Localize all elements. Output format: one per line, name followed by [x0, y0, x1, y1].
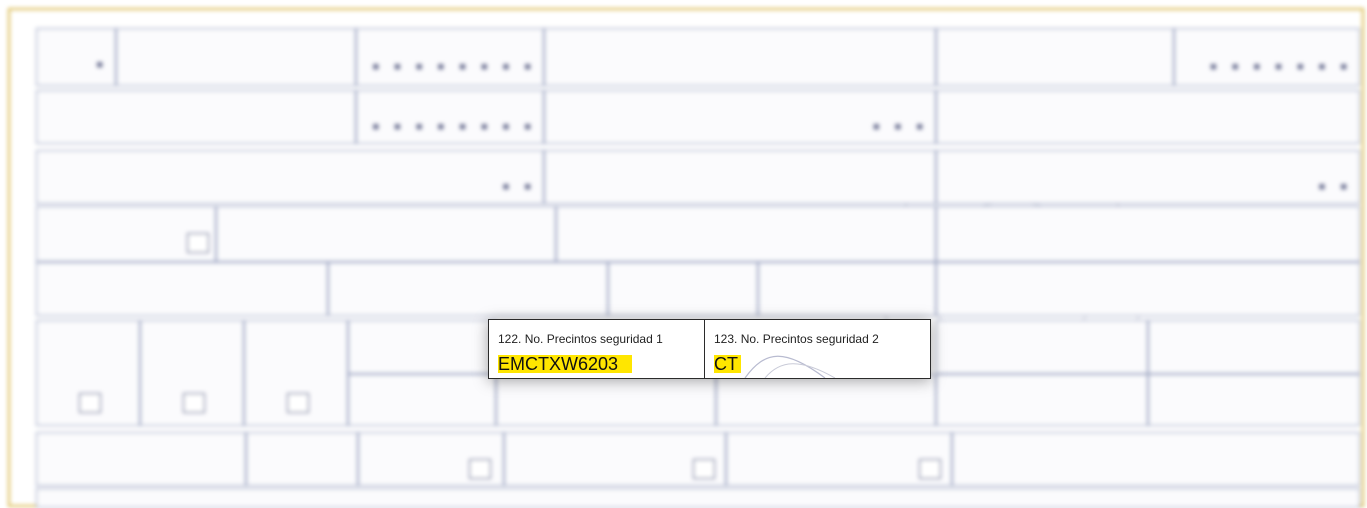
- form-cell: [140, 320, 244, 426]
- form-cell: [36, 262, 328, 316]
- form-cell: [952, 432, 1360, 486]
- form-cell: ■ ■: [936, 150, 1360, 204]
- seal-field-1-label: 122. No. Precintos seguridad 1: [498, 332, 663, 346]
- form-cell: [1148, 374, 1360, 426]
- form-cell: [348, 320, 496, 374]
- form-cell: [608, 262, 758, 316]
- form-cell: [544, 150, 936, 204]
- form-cell: ■ ■ ■ ■ ■ ■ ■: [1174, 28, 1360, 86]
- form-cell: [246, 432, 358, 486]
- form-cell: [936, 374, 1148, 426]
- seal-field-1: 122. No. Precintos seguridad 1 EMCTXW620…: [489, 320, 705, 378]
- form-cell: ■ ■ ■ ■ ■ ■ ■ ■: [356, 90, 544, 144]
- document-stage: ■ ■ ■ ■ ■ ■ ■ ■ ■ ■ ■ ■ ■ ■ ■ ■ ■ ■ ■ ■ …: [0, 0, 1367, 508]
- seal-field-2-value: CT: [714, 354, 738, 374]
- form-cell: [496, 374, 716, 426]
- form-cell: ■: [36, 28, 116, 86]
- form-cell: [244, 320, 348, 426]
- form-cell: [758, 262, 936, 316]
- form-cell: [716, 374, 936, 426]
- form-cell: [1148, 320, 1360, 374]
- form-cell: [36, 432, 246, 486]
- form-cell: [726, 432, 952, 486]
- form-cell: ■ ■ ■: [544, 90, 936, 144]
- seal-field-1-value: EMCTXW6203: [498, 354, 619, 374]
- form-cell: [556, 206, 936, 262]
- seal-field-2: 123. No. Precintos seguridad 2 CT: [705, 320, 930, 378]
- form-cell: [216, 206, 556, 262]
- form-cell: [504, 432, 726, 486]
- form-cell: [544, 28, 936, 86]
- form-cell: [936, 206, 1360, 262]
- form-cell: [36, 488, 1360, 508]
- blurred-form-background: ■ ■ ■ ■ ■ ■ ■ ■ ■ ■ ■ ■ ■ ■ ■ ■ ■ ■ ■ ■ …: [0, 0, 1367, 508]
- form-cell: ■ ■: [36, 150, 544, 204]
- seal-numbers-zoom-panel: 122. No. Precintos seguridad 1 EMCTXW620…: [488, 319, 931, 379]
- form-cell: [116, 28, 356, 86]
- form-cell: [936, 262, 1360, 316]
- form-cell: [936, 90, 1360, 144]
- form-cell: [358, 432, 504, 486]
- form-cell: [936, 28, 1174, 86]
- form-cell: [936, 320, 1148, 374]
- form-cell: [36, 206, 216, 262]
- seal-field-2-label: 123. No. Precintos seguridad 2: [714, 332, 879, 346]
- form-cell: [328, 262, 608, 316]
- form-cell: ■ ■ ■ ■ ■ ■ ■ ■: [356, 28, 544, 86]
- form-cell: [36, 320, 140, 426]
- form-cell: [36, 90, 356, 144]
- form-cell: [348, 374, 496, 426]
